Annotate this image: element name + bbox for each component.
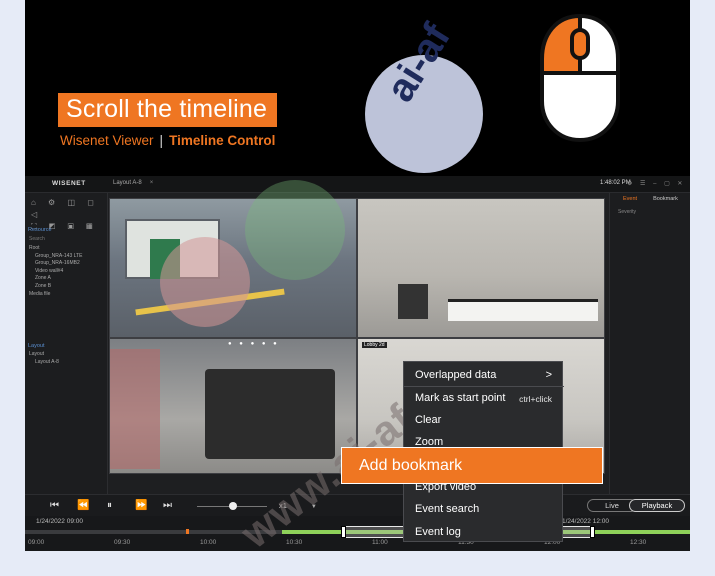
menu-item-overlapped-data[interactable]: Overlapped data > — [404, 364, 564, 386]
hero-subtitle-separator: | — [159, 133, 164, 148]
resource-header: Resource — [28, 227, 52, 233]
volume-slider-knob[interactable] — [229, 502, 237, 510]
watermark-circle — [245, 180, 345, 280]
watermark-logo-circle — [365, 55, 483, 173]
playback-button[interactable]: Playback — [629, 499, 685, 512]
fast-forward-button[interactable]: ⏩ — [135, 500, 147, 511]
wisenet-viewer-window: WISENET Layout A-8 × 1:48:02 PM ⚙ ☰ – ▢ ✕… — [25, 176, 690, 551]
timeline-date-end: 1/24/2022 12:00 — [562, 518, 609, 525]
menu-item-shortcut: ctrl+click — [519, 394, 552, 404]
timeline[interactable]: 1/24/2022 09:00 1/24/2022 12:00 09:00 09… — [25, 516, 690, 551]
timeline-tick: 09:00 — [28, 539, 45, 546]
resource-search-input[interactable]: Search — [29, 236, 103, 244]
watermark-circle — [160, 237, 250, 327]
video-content — [398, 284, 428, 319]
camera-label: Lobby 2d — [362, 342, 387, 348]
tree-item[interactable]: Zone B — [29, 283, 82, 291]
video-content — [448, 299, 598, 321]
left-panel: ⌂ ⚙ ◫ ◻ ◁ ⛶ ◩ ▣ ▦ Resource Search Root Gr… — [25, 193, 108, 495]
layout-header: Layout — [28, 343, 45, 349]
chevron-right-icon: > — [545, 369, 552, 381]
title-bar: WISENET Layout A-8 × 1:48:02 PM ⚙ ☰ – ▢ ✕ — [25, 176, 690, 193]
hero-subtitle-topic: Timeline Control — [169, 133, 276, 148]
mouse-scroll-icon — [540, 13, 620, 143]
hero-subtitle-app: Wisenet Viewer — [60, 133, 154, 148]
playback-controls: ⏮ ⏪ ⏸ ⏩ ⏭ x1 ▼ Live Playback — [25, 494, 690, 516]
menu-item-clear[interactable]: Clear — [404, 409, 564, 431]
resource-tree[interactable]: Root Group_NRA-143 LTE Group_NRA-16MB2 V… — [29, 245, 82, 298]
rewind-button[interactable]: ⏪ — [77, 500, 89, 511]
timeline-event-marker[interactable] — [186, 529, 189, 534]
timeline-tick: 11:00 — [372, 539, 388, 546]
menu-item-event-log[interactable]: Event log — [404, 521, 564, 543]
tree-item[interactable]: Media file — [29, 291, 82, 299]
speed-value: x1 — [279, 501, 287, 510]
layout-tree[interactable]: Layout Layout A-8 — [29, 351, 59, 366]
selection-end-handle[interactable] — [590, 526, 595, 538]
timeline-date-start: 1/24/2022 09:00 — [36, 518, 83, 525]
timeline-tick: 12:30 — [630, 539, 647, 546]
tab-event[interactable]: Event — [623, 196, 637, 202]
tree-item[interactable]: Layout — [29, 351, 59, 359]
app-logo: WISENET — [52, 180, 86, 187]
tree-item[interactable]: Group_NRA-143 LTE — [29, 253, 82, 261]
chevron-down-icon: ▼ — [310, 504, 317, 510]
menu-item-event-search[interactable]: Event search — [404, 498, 564, 520]
tree-item[interactable]: Layout A-8 — [29, 359, 59, 367]
pause-button[interactable]: ⏸ — [107, 500, 112, 511]
timeline-tick: 10:00 — [200, 539, 217, 546]
menu-item-label: Clear — [415, 414, 442, 426]
severity-filter[interactable]: Severity — [618, 209, 636, 215]
selection-start-handle[interactable] — [341, 526, 346, 538]
tab-layout[interactable]: Layout A-8 × — [113, 180, 153, 186]
timeline-tick: 09:30 — [114, 539, 131, 546]
tree-item[interactable]: Video wall#4 — [29, 268, 82, 276]
timeline-no-data-bar — [25, 530, 282, 534]
video-tile-2[interactable] — [357, 198, 605, 338]
skip-start-button[interactable]: ⏮ — [50, 500, 59, 511]
timeline-tick: 10:30 — [286, 539, 303, 546]
right-panel: Event Bookmark Severity — [609, 193, 690, 495]
menu-item-label: Overlapped data — [415, 369, 497, 381]
video-content — [110, 349, 160, 469]
video-content — [205, 369, 335, 459]
menu-item-mark-start-point[interactable]: Mark as start point ctrl+click — [404, 387, 564, 409]
tab-layout-label: Layout A-8 — [113, 180, 142, 186]
tab-bookmark[interactable]: Bookmark — [653, 196, 678, 202]
close-tab-icon[interactable]: × — [150, 180, 154, 186]
menu-item-add-bookmark[interactable]: Add bookmark — [341, 447, 603, 484]
tree-item[interactable]: Group_NRA-16MB2 — [29, 260, 82, 268]
menu-item-label: Mark as start point — [415, 392, 506, 404]
tree-item[interactable]: Root — [29, 245, 82, 253]
video-tile-3[interactable]: ● ● ● ● ● — [109, 338, 357, 474]
menu-item-label: Event log — [415, 526, 461, 538]
speed-select[interactable]: x1 ▼ — [279, 501, 317, 510]
skip-end-button[interactable]: ⏭ — [163, 500, 172, 511]
hero-title: Scroll the timeline — [58, 93, 278, 127]
menu-item-label: Event search — [415, 503, 480, 515]
tree-item[interactable]: Zone A — [29, 275, 82, 283]
video-overlay-icons[interactable]: ● ● ● ● ● — [228, 341, 280, 347]
right-panel-tabs[interactable]: Event Bookmark — [618, 196, 678, 202]
window-controls[interactable]: ⚙ ☰ – ▢ ✕ — [627, 180, 685, 187]
hero-subtitle: Wisenet Viewer | Timeline Control — [60, 133, 275, 148]
